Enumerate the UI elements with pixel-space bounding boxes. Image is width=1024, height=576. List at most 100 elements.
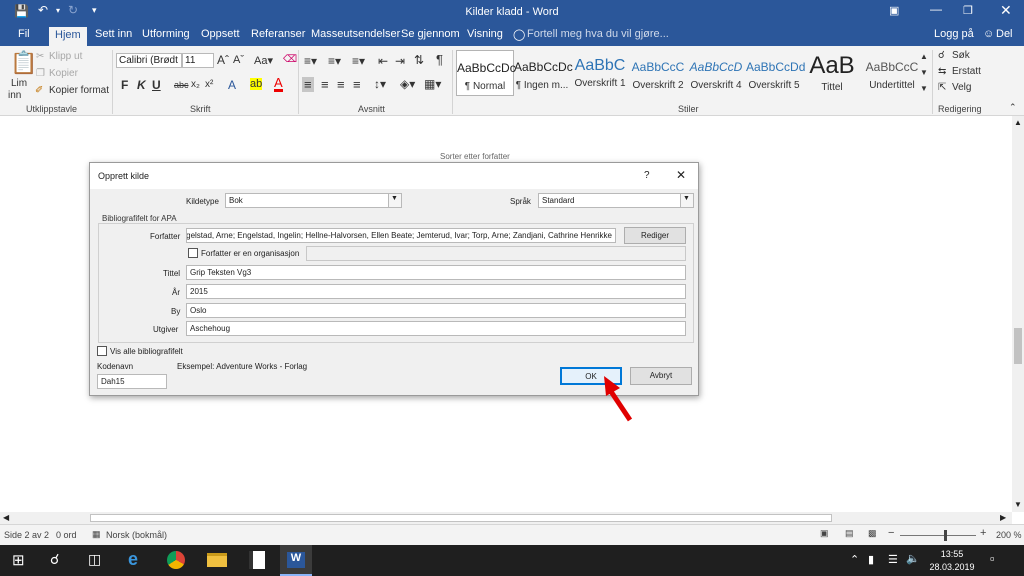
year-field[interactable]: 2015 [186,284,686,299]
superscript-icon[interactable]: x² [205,79,213,90]
multilevel-list-icon[interactable]: ≡▾ [352,54,365,68]
style-heading-4[interactable]: AaBbCcD Overskrift 4 [688,50,744,96]
scroll-right-icon[interactable]: ▶ [1000,513,1006,522]
paste-label-2[interactable]: inn [8,90,21,101]
corporate-author-checkbox[interactable] [188,248,198,258]
vertical-scroll-thumb[interactable] [1014,328,1022,364]
style-normal[interactable]: AaBbCcDc ¶ Normal [456,50,516,96]
share-button[interactable]: Del [996,28,1013,40]
title-field[interactable]: Grip Teksten Vg3 [186,265,686,280]
shrink-font-icon[interactable]: Aˇ [233,54,244,66]
source-type-dropdown-icon[interactable]: ▼ [388,193,402,208]
show-all-fields-checkbox[interactable] [97,346,107,356]
page-count[interactable]: Side 2 av 2 [4,530,49,540]
line-spacing-icon[interactable]: ↕▾ [374,77,386,91]
edge-icon[interactable]: e [128,549,138,570]
language-dropdown-icon[interactable]: ▼ [680,193,694,208]
publisher-field[interactable]: Aschehoug [186,321,686,336]
increase-indent-icon[interactable]: ⇥ [395,54,405,68]
replace-button[interactable]: Erstatt [952,66,981,77]
style-subtitle[interactable]: AaBbCcC Undertittel [862,50,922,96]
volume-icon[interactable]: 🔈 [906,552,920,565]
select-icon[interactable]: ⇱ [938,82,946,93]
edit-author-button[interactable]: Rediger [624,227,686,244]
align-left-icon[interactable]: ≡ [302,77,314,92]
pilcrow-icon[interactable]: ¶ [436,52,443,67]
select-button[interactable]: Velg [952,82,971,93]
align-right-icon[interactable]: ≡ [337,77,345,92]
paste-label[interactable]: Lim [11,78,27,89]
vertical-scrollbar[interactable]: ▲ ▼ [1012,116,1024,512]
format-painter-icon[interactable]: ✐ [35,85,43,96]
scroll-down-icon[interactable]: ▼ [1014,500,1022,509]
ribbon-display-icon[interactable]: ▣ [889,4,899,17]
font-size-select[interactable]: 11 [182,53,214,68]
zoom-in-icon[interactable]: + [980,527,986,539]
bullets-icon[interactable]: ≡▾ [304,54,317,68]
dialog-close-icon[interactable]: ✕ [676,168,686,182]
author-field[interactable]: e; Engelstad, Arne; Engelstad, Ingelin; … [186,228,616,243]
style-heading-1[interactable]: AaBbC Overskrift 1 [572,50,628,96]
align-center-icon[interactable]: ≡ [321,77,329,92]
find-button[interactable]: Søk [952,50,970,61]
grow-font-icon[interactable]: Aˆ [217,53,229,67]
tab-file[interactable]: Fil [18,28,30,40]
format-painter-button[interactable]: Kopier format [49,85,109,96]
clock-time[interactable]: 13:55 [932,549,972,559]
strikethrough-icon[interactable]: abc [174,80,189,90]
font-name-select[interactable]: Calibri (Brødt [116,53,182,68]
source-type-select[interactable]: Bok [225,193,402,208]
styles-scroll-up-icon[interactable]: ▲ [920,52,928,61]
find-icon[interactable]: ☌ [938,50,945,61]
battery-icon[interactable]: ▮ [868,553,874,566]
zoom-slider[interactable] [900,535,976,536]
sticky-notes-icon[interactable] [249,551,265,569]
decrease-indent-icon[interactable]: ⇤ [378,54,388,68]
bold-icon[interactable]: F [121,78,128,92]
read-mode-icon[interactable]: ▣ [820,528,829,539]
language-status[interactable]: Norsk (bokmål) [106,530,167,540]
tell-me-box[interactable]: Fortell meg hva du vil gjøre... [527,28,669,40]
minimize-icon[interactable]: — [930,2,942,16]
zoom-out-icon[interactable]: − [888,527,894,539]
sort-icon[interactable]: ⇅ [414,53,424,67]
change-case-icon[interactable]: Aa▾ [254,54,273,67]
clear-format-icon[interactable]: ⌫ [283,54,297,65]
replace-icon[interactable]: ⇆ [938,66,946,77]
sign-in-link[interactable]: Logg på [934,28,974,40]
file-explorer-icon[interactable] [207,553,227,567]
scroll-left-icon[interactable]: ◀ [3,513,9,522]
zoom-slider-thumb[interactable] [944,530,947,541]
word-count[interactable]: 0 ord [56,530,77,540]
subscript-icon[interactable]: x₂ [191,79,200,90]
chrome-icon[interactable] [167,551,185,569]
wifi-icon[interactable]: ☰ [888,553,898,566]
font-color-icon[interactable]: A [274,76,283,92]
clock-date[interactable]: 28.03.2019 [926,562,978,572]
task-view-icon[interactable]: ◫ [88,551,101,568]
text-effects-icon[interactable]: A [228,78,236,92]
tab-insert[interactable]: Sett inn [95,28,132,40]
language-select[interactable]: Standard [538,193,694,208]
windows-start-icon[interactable]: ⊞ [12,551,25,569]
search-icon[interactable]: ☌ [50,551,59,568]
tag-name-field[interactable]: Dah15 [97,374,167,389]
cancel-button[interactable]: Avbryt [630,367,692,385]
collapse-ribbon-icon[interactable]: ⌃ [1009,102,1017,113]
word-taskbar-button[interactable]: W [280,545,312,576]
notification-icon[interactable]: ▫ [990,551,995,566]
style-no-spacing[interactable]: AaBbCcDc ¶ Ingen m... [514,50,573,96]
borders-icon[interactable]: ▦▾ [424,77,441,91]
zoom-level[interactable]: 200 % [996,530,1022,540]
web-layout-icon[interactable]: ▩ [868,528,877,539]
restore-icon[interactable]: ❐ [963,4,973,17]
style-title[interactable]: AaB Tittel [804,50,860,96]
tab-view[interactable]: Visning [467,28,503,40]
style-heading-5[interactable]: AaBbCcDd Overskrift 5 [746,50,805,96]
print-layout-icon[interactable]: ▤ [845,528,854,539]
styles-scroll-down-icon[interactable]: ▼ [920,68,928,77]
styles-more-icon[interactable]: ▼ [920,84,928,93]
help-icon[interactable]: ? [644,170,650,181]
horizontal-scroll-thumb[interactable] [90,514,832,522]
tab-layout[interactable]: Oppsett [201,28,240,40]
